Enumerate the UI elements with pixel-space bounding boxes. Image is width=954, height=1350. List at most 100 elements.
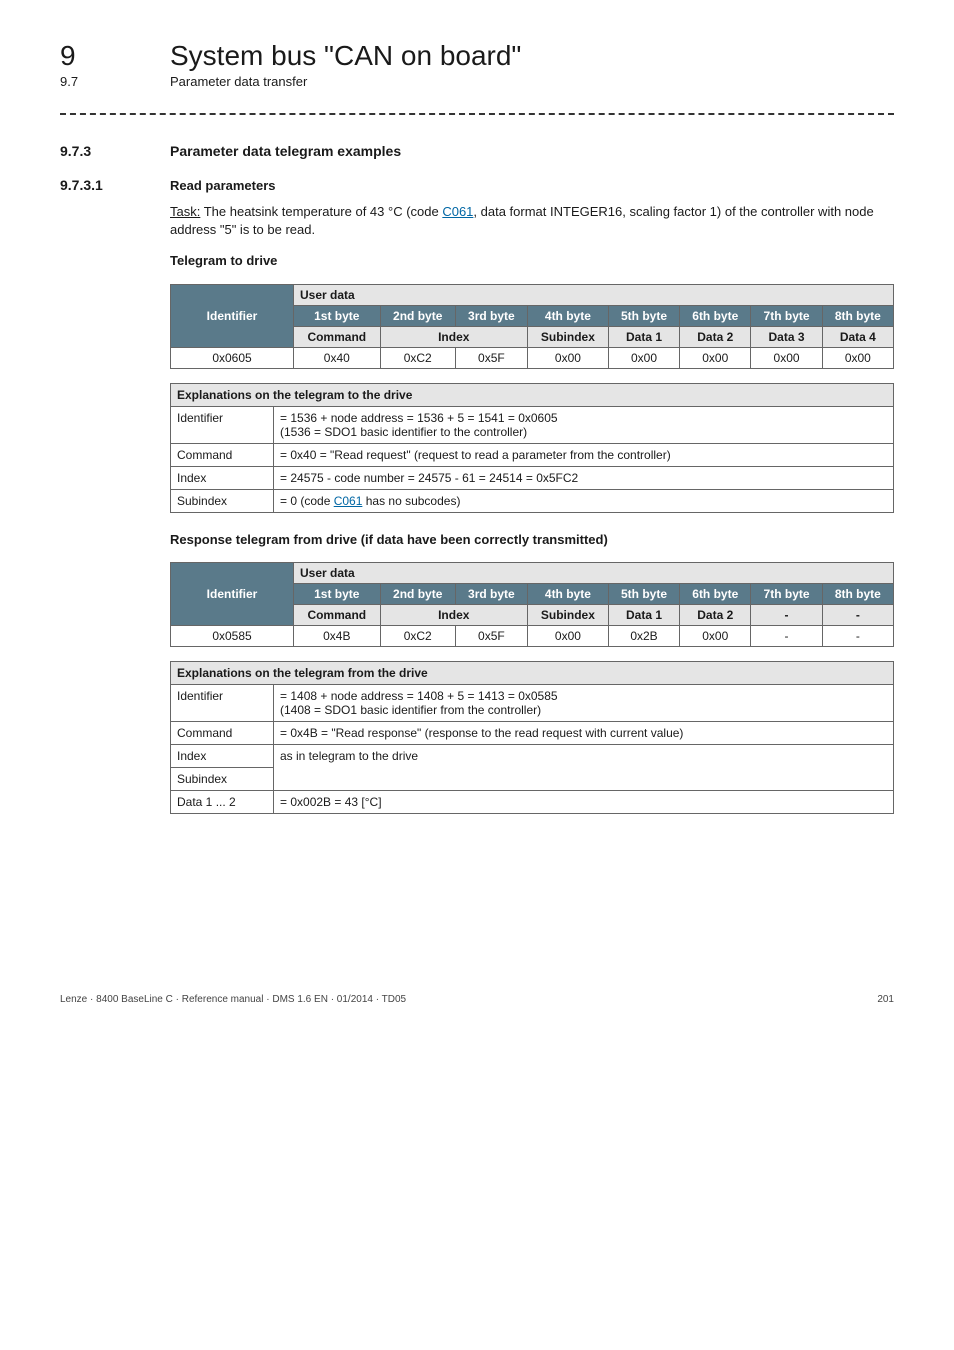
expl-value-pre: = 0 (code <box>280 494 334 508</box>
col-userdata: User data <box>294 284 894 305</box>
section-title: Parameter data transfer <box>170 74 307 89</box>
cell-value: 0x00 <box>527 347 608 368</box>
col-byte: 8th byte <box>822 305 893 326</box>
expl-value: = 1536 + node address = 1536 + 5 = 1541 … <box>274 406 894 443</box>
code-link-c061[interactable]: C061 <box>442 204 473 219</box>
cell-value: 0xC2 <box>380 347 455 368</box>
expl-value: = 0 (code C061 has no subcodes) <box>274 489 894 512</box>
col-byte: 6th byte <box>680 305 751 326</box>
col-blank: - <box>822 605 893 626</box>
col-data2: Data 2 <box>680 605 751 626</box>
col-data3: Data 3 <box>751 326 822 347</box>
col-identifier: Identifier <box>171 563 294 626</box>
telegram-to-drive-table: Identifier User data 1st byte 2nd byte 3… <box>170 284 894 369</box>
expl-key: Index <box>171 466 274 489</box>
expl-key: Index <box>171 745 274 768</box>
col-data1: Data 1 <box>608 326 679 347</box>
code-link-c061[interactable]: C061 <box>334 494 363 508</box>
cell-value: 0x00 <box>680 626 751 647</box>
col-byte: 3rd byte <box>455 305 527 326</box>
cell-value: 0x00 <box>527 626 608 647</box>
task-paragraph: Task: The heatsink temperature of 43 °C … <box>170 203 894 238</box>
cell-value: 0x40 <box>294 347 381 368</box>
col-byte: 6th byte <box>680 584 751 605</box>
expl-key: Identifier <box>171 406 274 443</box>
cell-value: 0x0585 <box>171 626 294 647</box>
expl-value: = 0x002B = 43 [°C] <box>274 791 894 814</box>
col-data1: Data 1 <box>608 605 679 626</box>
col-byte: 5th byte <box>608 584 679 605</box>
col-command: Command <box>294 326 381 347</box>
cell-value: 0x5F <box>455 347 527 368</box>
col-byte: 1st byte <box>294 584 381 605</box>
expl-key: Command <box>171 443 274 466</box>
expl-key: Subindex <box>171 768 274 791</box>
cell-value: - <box>822 626 893 647</box>
expl-title: Explanations on the telegram to the driv… <box>171 383 894 406</box>
expl-value-post: has no subcodes) <box>362 494 460 508</box>
expl-value: = 0x40 = "Read request" (request to read… <box>274 443 894 466</box>
col-byte: 3rd byte <box>455 584 527 605</box>
heading-9-7-3-1: 9.7.3.1 Read parameters <box>60 177 894 193</box>
page-footer: Lenze · 8400 BaseLine C · Reference manu… <box>60 994 894 1005</box>
col-byte: 8th byte <box>822 584 893 605</box>
explanations-from-drive-table: Explanations on the telegram from the dr… <box>170 661 894 814</box>
chapter-title: System bus "CAN on board" <box>170 40 521 72</box>
col-byte: 4th byte <box>527 305 608 326</box>
task-text-pre: The heatsink temperature of 43 °C (code <box>200 204 442 219</box>
cell-value: 0x5F <box>455 626 527 647</box>
expl-key: Command <box>171 722 274 745</box>
section-number: 9.7 <box>60 74 170 89</box>
col-byte: 4th byte <box>527 584 608 605</box>
col-command: Command <box>294 605 381 626</box>
footer-page-number: 201 <box>877 994 894 1005</box>
col-subindex: Subindex <box>527 326 608 347</box>
cell-value: 0xC2 <box>380 626 455 647</box>
expl-key: Identifier <box>171 685 274 722</box>
heading-9-7-3: 9.7.3 Parameter data telegram examples <box>60 143 894 159</box>
col-data4: Data 4 <box>822 326 893 347</box>
chapter-number: 9 <box>60 40 170 72</box>
cell-value: 0x0605 <box>171 347 294 368</box>
expl-value: = 24575 - code number = 24575 - 61 = 245… <box>274 466 894 489</box>
section-header: 9.7 Parameter data transfer <box>60 74 894 89</box>
heading-title: Read parameters <box>170 178 276 193</box>
cell-value: 0x00 <box>822 347 893 368</box>
response-heading: Response telegram from drive (if data ha… <box>170 531 894 549</box>
col-blank: - <box>751 605 822 626</box>
col-subindex: Subindex <box>527 605 608 626</box>
chapter-header: 9 System bus "CAN on board" <box>60 40 894 72</box>
explanations-to-drive-table: Explanations on the telegram to the driv… <box>170 383 894 513</box>
col-userdata: User data <box>294 563 894 584</box>
cell-value: 0x00 <box>751 347 822 368</box>
expl-title: Explanations on the telegram from the dr… <box>171 662 894 685</box>
col-byte: 1st byte <box>294 305 381 326</box>
heading-number: 9.7.3.1 <box>60 177 170 193</box>
col-data2: Data 2 <box>680 326 751 347</box>
col-index: Index <box>380 605 527 626</box>
col-byte: 5th byte <box>608 305 679 326</box>
heading-title: Parameter data telegram examples <box>170 143 401 159</box>
expl-key: Data 1 ... 2 <box>171 791 274 814</box>
cell-value: 0x2B <box>608 626 679 647</box>
heading-number: 9.7.3 <box>60 143 170 159</box>
col-byte: 2nd byte <box>380 305 455 326</box>
expl-value: = 0x4B = "Read response" (response to th… <box>274 722 894 745</box>
cell-value: 0x00 <box>608 347 679 368</box>
col-index: Index <box>380 326 527 347</box>
telegram-from-drive-table: Identifier User data 1st byte 2nd byte 3… <box>170 562 894 647</box>
expl-value: = 1408 + node address = 1408 + 5 = 1413 … <box>274 685 894 722</box>
col-identifier: Identifier <box>171 284 294 347</box>
separator-dashes <box>60 113 894 115</box>
task-label: Task: <box>170 204 200 219</box>
cell-value: - <box>751 626 822 647</box>
col-byte: 7th byte <box>751 584 822 605</box>
telegram-to-drive-heading: Telegram to drive <box>170 252 894 270</box>
col-byte: 2nd byte <box>380 584 455 605</box>
col-byte: 7th byte <box>751 305 822 326</box>
footer-left: Lenze · 8400 BaseLine C · Reference manu… <box>60 994 406 1005</box>
cell-value: 0x00 <box>680 347 751 368</box>
cell-value: 0x4B <box>294 626 381 647</box>
expl-key: Subindex <box>171 489 274 512</box>
expl-value: as in telegram to the drive <box>274 745 894 791</box>
